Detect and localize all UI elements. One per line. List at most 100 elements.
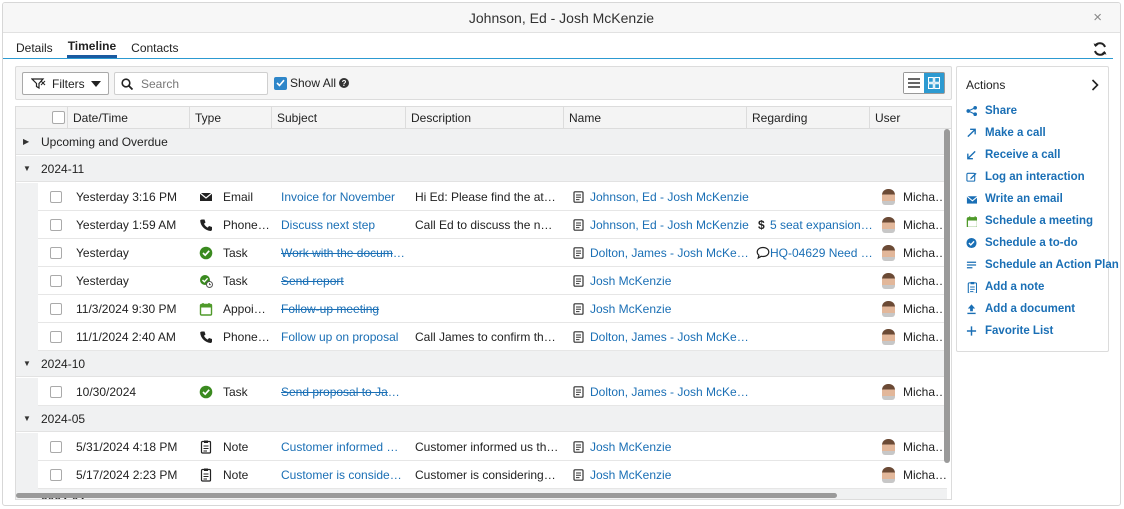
cell-subject-link[interactable]: Discuss next step [281,211,405,239]
cell-subject-link[interactable]: Send report [281,267,405,295]
cell-name-link[interactable]: Josh McKenzie [590,433,750,461]
action-schedule-an-action-plan[interactable]: Schedule an Action Plan [966,256,1119,274]
caret-down-icon[interactable]: ▼ [23,359,33,368]
tab-timeline[interactable]: Timeline [66,39,118,58]
note-icon [200,468,212,482]
table-row[interactable]: 5/17/2024 2:23 PM Note Customer is conside… [16,461,947,489]
cell-subject-link[interactable]: Send proposal to Jam… [281,378,405,406]
actions-title: Actions [966,78,1006,92]
table-row[interactable]: Yesterday 3:16 PM Email Invoice for Novemb… [16,183,947,211]
cell-regarding-link[interactable]: 5 seat expansion … [770,211,874,239]
cell-name-link[interactable]: Josh McKenzie [590,461,750,489]
cell-name-link[interactable]: Josh McKenzie [590,267,750,295]
task-complete-icon [199,385,213,399]
cell-regarding-link[interactable]: HQ-04629 Need … [770,239,874,267]
show-all-checkbox[interactable] [274,76,287,90]
chevron-right-icon[interactable] [1091,79,1099,91]
cell-type: Task [223,246,248,260]
select-all-checkbox[interactable] [52,111,65,124]
cell-subject-link[interactable]: Follow-up meeting [281,295,405,323]
action-add-a-document[interactable]: Add a document [966,300,1075,318]
table-row[interactable]: 11/3/2024 9:30 PM Appoin… Follow-up meetin… [16,295,947,323]
row-checkbox[interactable] [50,331,62,343]
cell-name-link[interactable]: Dolton, James - Josh McKen… [590,239,750,267]
action-schedule-a-meeting[interactable]: Schedule a meeting [966,212,1093,230]
column-header-type[interactable]: Type [189,107,271,129]
calendar-icon [199,303,213,316]
cell-name-link[interactable]: Johnson, Ed - Josh McKenzie [590,183,750,211]
cell-description: Call Ed to discuss the next … [415,218,559,232]
phone-icon [200,331,212,343]
table-row[interactable]: Yesterday Task Work with the docume… Dolton… [16,239,947,267]
row-checkbox[interactable] [50,247,62,259]
help-icon[interactable]: ? [339,78,350,88]
card-view-button[interactable] [924,73,944,93]
row-checkbox[interactable] [50,219,62,231]
cell-type: Appoin… [223,302,271,316]
vertical-scrollbar[interactable] [944,129,950,463]
caret-down-icon[interactable]: ▼ [23,164,33,173]
cell-datetime: 11/3/2024 9:30 PM [76,302,177,316]
tab-details[interactable]: Details [15,41,54,58]
group-header[interactable]: ▼ 2024-05 [16,406,947,432]
cell-type: Email [223,190,254,204]
group-header[interactable]: ▼ 2024-11 [16,156,947,182]
column-header-user[interactable]: User [869,107,951,129]
row-checkbox[interactable] [50,441,62,453]
cell-subject-link[interactable]: Follow up on proposal [281,323,405,351]
search-input[interactable] [141,76,261,91]
row-checkbox[interactable] [50,191,62,203]
action-write-an-email[interactable]: Write an email [966,190,1063,208]
cell-name-link[interactable]: Dolton, James - Josh McKen… [590,323,750,351]
table-row[interactable]: 10/30/2024 Task Send proposal to Jam… Dolto… [16,378,947,406]
cell-description: Customer informed us their… [415,440,559,454]
action-schedule-a-to-do[interactable]: Schedule a to-do [966,234,1078,252]
column-header-regarding[interactable]: Regarding [746,107,869,129]
action-log-an-interaction[interactable]: Log an interaction [966,168,1085,186]
cell-type: Phone… [223,330,270,344]
filters-button[interactable]: Filters [22,72,109,95]
cell-name-link[interactable]: Dolton, James - Josh McKen… [590,378,750,406]
table-row[interactable]: Yesterday 1:59 AM Phone… Discuss next step… [16,211,947,239]
column-header-name[interactable]: Name [563,107,746,129]
action-receive-a-call[interactable]: Receive a call [966,146,1060,164]
table-row[interactable]: Yesterday Task Send report Josh McKenzie Mic… [16,267,947,295]
horizontal-scrollbar[interactable] [16,493,837,498]
action-share[interactable]: Share [966,102,1017,120]
table-row[interactable]: 5/31/2024 4:18 PM Note Customer informed u… [16,433,947,461]
cell-user: Michael E [903,330,947,344]
list-view-button[interactable] [904,73,924,93]
column-header-description[interactable]: Description [405,107,563,129]
refresh-icon[interactable] [1092,41,1108,57]
column-header-datetime[interactable]: Date/Time [67,107,189,129]
action-add-a-note[interactable]: Add a note [966,278,1044,296]
cell-type: Note [223,468,249,482]
close-icon[interactable]: × [1093,9,1102,26]
row-checkbox[interactable] [50,275,62,287]
group-header[interactable]: ▶ Upcoming and Overdue [16,129,947,155]
tab-contacts[interactable]: Contacts [130,41,179,58]
record-card-icon [573,275,584,287]
cell-subject-link[interactable]: Customer is consideri… [281,461,405,489]
row-checkbox[interactable] [50,469,62,481]
row-checkbox[interactable] [50,303,62,315]
cell-datetime: 10/30/2024 [76,385,137,399]
action-favorite-list[interactable]: Favorite List [966,322,1053,340]
cell-name-link[interactable]: Josh McKenzie [590,295,750,323]
row-checkbox[interactable] [50,386,62,398]
cell-subject-link[interactable]: Customer informed us… [281,433,405,461]
group-header[interactable]: ▼ 2024-10 [16,351,947,377]
cell-subject-link[interactable]: Work with the docume… [281,239,405,267]
table-row[interactable]: 11/1/2024 2:40 AM Phone… Follow up on prop… [16,323,947,351]
action-label: Schedule a meeting [985,215,1094,227]
row-gutter [16,183,38,211]
cell-name-link[interactable]: Johnson, Ed - Josh McKenzie [590,211,750,239]
action-make-a-call[interactable]: Make a call [966,124,1046,142]
row-gutter [16,295,38,323]
cell-datetime: 11/1/2024 2:40 AM [76,330,176,344]
column-header-subject[interactable]: Subject [271,107,405,129]
caret-down-icon[interactable]: ▼ [23,414,33,423]
caret-right-icon[interactable]: ▶ [23,137,33,146]
cell-subject-link[interactable]: Invoice for November [281,183,405,211]
note-icon [200,440,212,454]
